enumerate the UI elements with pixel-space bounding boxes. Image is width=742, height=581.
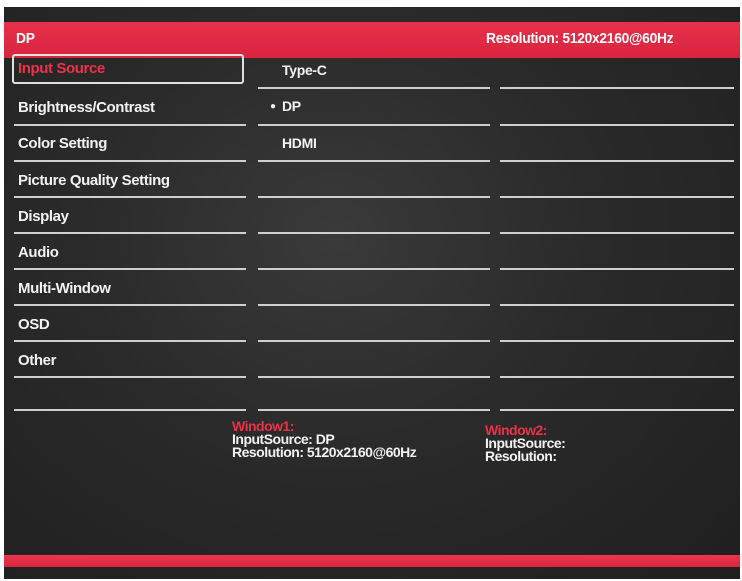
current-input-source: DP (16, 30, 35, 47)
menu-item-multi-window[interactable]: Multi-Window (12, 274, 244, 304)
submenu-divider (500, 268, 734, 270)
osd-header-bar: DP Resolution: 5120x2160@60Hz (4, 22, 740, 58)
menu-item-display[interactable]: Display (12, 202, 244, 232)
option-divider (258, 340, 490, 342)
menu-divider (14, 268, 246, 270)
current-resolution: Resolution: 5120x2160@60Hz (486, 30, 674, 47)
submenu-divider (500, 304, 734, 306)
submenu-divider (500, 232, 734, 234)
submenu-divider (500, 340, 734, 342)
window1-resolution: Resolution: 5120x2160@60Hz (232, 444, 417, 460)
menu-divider (14, 409, 246, 411)
osd-screen: DP Resolution: 5120x2160@60Hz Input Sour… (4, 7, 740, 579)
option-divider (258, 304, 490, 306)
menu-item-brightness-contrast[interactable]: Brightness/Contrast (12, 93, 244, 123)
menu-item-osd[interactable]: OSD (12, 310, 244, 340)
menu-item-input-source[interactable]: Input Source (12, 54, 244, 84)
menu-item-audio[interactable]: Audio (12, 238, 244, 268)
window2-info: Window2: InputSource: Resolution: (485, 423, 566, 464)
option-label: DP (282, 98, 301, 114)
submenu-divider (500, 124, 734, 126)
osd-bottom-bar (4, 555, 740, 567)
menu-divider (14, 376, 246, 378)
menu-divider (14, 160, 246, 162)
menu-item-other[interactable]: Other (12, 346, 244, 376)
menu-divider (14, 196, 246, 198)
menu-divider (14, 304, 246, 306)
option-divider (258, 376, 490, 378)
option-dp[interactable]: ● DP (270, 98, 301, 114)
option-label: HDMI (282, 135, 317, 151)
window1-info: Window1: InputSource: DP Resolution: 512… (232, 419, 417, 460)
option-divider (258, 409, 490, 411)
menu-item-picture-quality-setting[interactable]: Picture Quality Setting (12, 166, 244, 196)
option-label: Type-C (282, 62, 327, 78)
option-divider (258, 124, 490, 126)
submenu-divider (500, 87, 734, 89)
option-hdmi[interactable]: HDMI (282, 135, 317, 151)
menu-divider (14, 340, 246, 342)
option-divider (258, 268, 490, 270)
menu-divider (14, 124, 246, 126)
menu-divider (14, 232, 246, 234)
option-divider (258, 160, 490, 162)
option-divider (258, 232, 490, 234)
window2-resolution: Resolution: (485, 448, 557, 464)
submenu-divider (500, 376, 734, 378)
menu-item-color-setting[interactable]: Color Setting (12, 129, 244, 159)
submenu-divider (500, 409, 734, 411)
submenu-divider (500, 196, 734, 198)
submenu-divider (500, 160, 734, 162)
selected-bullet-icon: ● (270, 101, 276, 112)
option-type-c[interactable]: Type-C (282, 62, 327, 78)
option-divider (258, 87, 490, 89)
option-divider (258, 196, 490, 198)
